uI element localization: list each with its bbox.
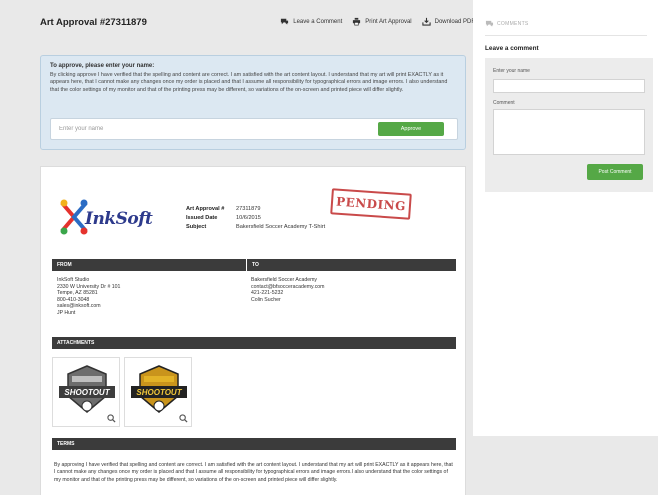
print-art-approval-link[interactable]: Print Art Approval	[352, 17, 412, 26]
comments-sidebar: COMMENTS Leave a comment Enter your name…	[473, 0, 658, 436]
meta-value: 10/6/2015	[236, 215, 261, 221]
approve-button[interactable]: Approve	[378, 122, 444, 136]
comment-icon	[281, 18, 289, 25]
meta-key: Subject	[186, 224, 207, 230]
main-column: Art Approval #27311879 Leave a Comment P…	[30, 0, 475, 495]
terms-text: By approving I have verified that spelli…	[54, 462, 453, 483]
download-pdf-link[interactable]: Download PDF	[422, 17, 475, 26]
comments-heading-label: COMMENTS	[497, 21, 529, 27]
leave-comment-label: Leave a Comment	[293, 18, 343, 25]
comments-heading: COMMENTS	[485, 20, 529, 28]
download-pdf-label: Download PDF	[434, 18, 475, 25]
from-address: InkSoft Studio 2330 W University Dr # 10…	[57, 277, 120, 316]
approve-disclaimer: By clicking approve I have verified that…	[50, 72, 448, 93]
meta-key: Issued Date	[186, 215, 218, 221]
attachment-title: SHOOTOUT	[136, 388, 182, 397]
download-icon	[422, 17, 431, 26]
document-meta: Art Approval # 27311879 Issued Date 10/6…	[186, 205, 325, 232]
header-actions: Leave a Comment Print Art Approval Downl…	[280, 17, 475, 26]
comment-form: Enter your name Comment Post Comment	[485, 58, 653, 192]
meta-row: Issued Date 10/6/2015	[186, 214, 325, 223]
pending-stamp-text: PENDING	[335, 194, 407, 214]
name-label: Enter your name	[493, 68, 530, 74]
approve-title: To approve, please enter your name:	[50, 63, 155, 69]
meta-key: Art Approval #	[186, 206, 225, 212]
zoom-icon[interactable]	[107, 414, 116, 423]
attachment-title: SHOOTOUT	[64, 388, 110, 397]
comment-textarea[interactable]	[493, 108, 645, 155]
logo-text: InkSoft	[85, 209, 153, 229]
pending-stamp: PENDING	[330, 188, 412, 220]
from-header: FROM	[52, 259, 246, 271]
attachments-header: ATTACHMENTS	[52, 337, 456, 349]
meta-value: 27311879	[236, 206, 261, 212]
meta-row: Art Approval # 27311879	[186, 205, 325, 214]
print-art-approval-label: Print Art Approval	[365, 18, 412, 25]
print-icon	[353, 17, 361, 26]
top-bar: Art Approval #27311879 Leave a Comment P…	[30, 10, 475, 32]
meta-row: Subject Bakersfield Soccer Academy T-Shi…	[186, 223, 325, 232]
zoom-icon[interactable]	[179, 414, 188, 423]
comment-label: Comment	[493, 99, 515, 106]
meta-value: Bakersfield Soccer Academy T-Shirt	[236, 224, 326, 230]
to-header: TO	[247, 259, 456, 271]
page-title: Art Approval #27311879	[40, 17, 147, 28]
divider	[485, 35, 647, 36]
commenter-name-input[interactable]	[493, 78, 645, 93]
approve-panel: To approve, please enter your name: By c…	[40, 55, 466, 150]
from-line: JP Hunt	[57, 309, 76, 316]
art-approval-document: InkSoft Art Approval # 27311879 Issued D…	[40, 166, 466, 495]
terms-header: TERMS	[52, 438, 456, 450]
to-address: Bakersfield Soccer Academy contact@bfsoc…	[251, 277, 325, 303]
to-line: Colin Sucher	[251, 296, 281, 303]
attachment-thumbnail[interactable]: SHOOTOUT	[124, 357, 192, 427]
leave-comment-title: Leave a comment	[485, 45, 539, 52]
attachment-thumbnail[interactable]: SHOOTOUT	[52, 357, 120, 427]
comment-icon	[485, 20, 494, 27]
to-line: Bakersfield Soccer Academy	[251, 277, 318, 283]
leave-comment-link[interactable]: Leave a Comment	[280, 17, 342, 26]
inksoft-logo: InkSoft	[59, 197, 159, 239]
post-comment-button[interactable]: Post Comment	[587, 164, 643, 180]
approve-name-input[interactable]	[51, 119, 341, 139]
approve-name-row: Approve	[50, 118, 458, 140]
